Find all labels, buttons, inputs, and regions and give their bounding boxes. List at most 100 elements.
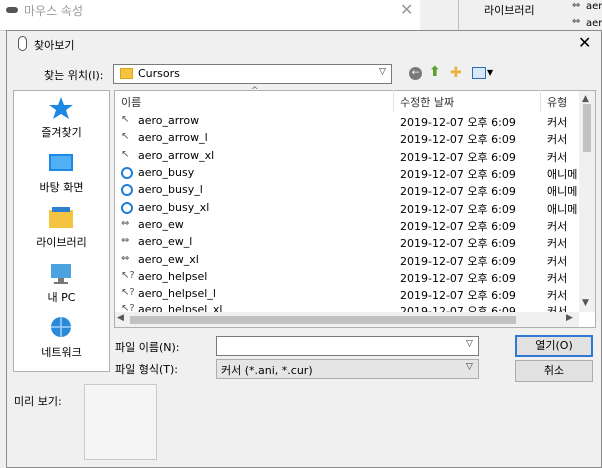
star-icon[interactable]: [48, 96, 74, 120]
place-library[interactable]: 라이브러리: [13, 234, 110, 250]
file-date: 2019-12-07 오후 6:09: [400, 133, 516, 146]
arrow-cursor-icon: ↖: [121, 149, 130, 160]
busy-ring-icon: [121, 166, 133, 179]
file-date: 2019-12-07 오후 6:09: [400, 203, 516, 216]
file-row[interactable]: ⇔ aero_ew_xl 2019-12-07 오후 6:09 커서: [115, 252, 580, 269]
ew-resize-icon: ⇔: [121, 218, 130, 229]
file-name: aero_busy_xl: [138, 201, 210, 214]
file-type: 커서: [547, 116, 568, 129]
file-row[interactable]: ↖? aero_helpsel_xl 2019-12-07 오후 6:09 커서: [115, 302, 580, 312]
file-type: 커서: [547, 220, 568, 233]
file-type: 커서: [547, 305, 568, 312]
file-row[interactable]: ↖ aero_arrow 2019-12-07 오후 6:09 커서: [115, 113, 580, 130]
file-name: aero_ew_xl: [138, 253, 199, 266]
file-name: aero_busy_l: [138, 183, 203, 196]
file-row[interactable]: aero_busy_l 2019-12-07 오후 6:09 애니메: [115, 182, 580, 199]
help-cursor-icon: ↖?: [121, 303, 135, 312]
column-header-name[interactable]: 이름: [121, 94, 141, 110]
vertical-scroll-thumb[interactable]: [583, 104, 591, 152]
ew-resize-icon: ⇔: [121, 235, 130, 246]
new-folder-button[interactable]: ✚: [450, 65, 462, 81]
horizontal-scroll-thumb[interactable]: [130, 316, 516, 324]
arrow-cursor-icon: ↖: [121, 114, 130, 125]
file-date: 2019-12-07 오후 6:09: [400, 185, 516, 198]
filetype-value: 커서 (*.ani, *.cur): [221, 364, 313, 377]
back-button[interactable]: ←: [409, 67, 422, 80]
file-name: aero_arrow: [138, 114, 200, 127]
file-name: aero_busy: [138, 166, 195, 179]
folder-icon: [120, 68, 133, 79]
file-name: aero_helpsel_xl: [138, 303, 223, 312]
up-folder-button[interactable]: ⬆: [429, 64, 441, 80]
file-date: 2019-12-07 오후 6:09: [400, 255, 516, 268]
file-date: 2019-12-07 오후 6:09: [400, 237, 516, 250]
chevron-down-icon[interactable]: ▽: [466, 339, 473, 349]
file-type: 커서: [547, 272, 568, 285]
file-type: 커서: [547, 237, 568, 250]
file-name: aero_ew: [138, 218, 184, 231]
column-header-type[interactable]: 유형: [547, 94, 567, 110]
close-icon[interactable]: ✕: [400, 0, 413, 19]
file-row[interactable]: ↖ aero_arrow_xl 2019-12-07 오후 6:09 커서: [115, 148, 580, 165]
place-favorites[interactable]: 즐겨찾기: [13, 124, 110, 140]
file-date: 2019-12-07 오후 6:09: [400, 168, 516, 181]
arrow-cursor-icon: ↖: [121, 131, 130, 142]
column-header-date[interactable]: 수정한 날짜: [400, 94, 454, 110]
scroll-up-icon[interactable]: ▲: [582, 94, 589, 104]
file-row[interactable]: ↖? aero_helpsel_l 2019-12-07 오후 6:09 커서: [115, 286, 580, 303]
file-name: aero_helpsel_l: [138, 287, 216, 300]
busy-ring-icon: [121, 201, 133, 214]
background-item: aer: [586, 18, 602, 29]
scroll-down-icon[interactable]: ▼: [582, 298, 589, 308]
mouse-icon: [6, 7, 18, 13]
place-desktop[interactable]: 바탕 화면: [13, 179, 110, 195]
file-row[interactable]: aero_busy 2019-12-07 오후 6:09 애니메: [115, 165, 580, 182]
preview-label: 미리 보기:: [14, 395, 62, 408]
pc-icon[interactable]: [48, 262, 74, 286]
chevron-down-icon[interactable]: ▼: [487, 68, 493, 77]
place-this-pc[interactable]: 내 PC: [13, 289, 110, 305]
place-network[interactable]: 네트워크: [13, 344, 110, 360]
help-cursor-icon: ↖?: [121, 270, 135, 281]
file-date: 2019-12-07 오후 6:09: [400, 151, 516, 164]
file-name: aero_arrow_xl: [138, 149, 215, 162]
file-type: 커서: [547, 133, 568, 146]
ew-resize-icon: ⇔: [572, 0, 581, 11]
sort-ascending-icon: ^: [251, 86, 259, 96]
library-icon[interactable]: [48, 206, 74, 230]
file-row[interactable]: ↖? aero_helpsel 2019-12-07 오후 6:09 커서: [115, 269, 580, 286]
file-type: 애니메: [547, 185, 578, 198]
network-icon[interactable]: [48, 316, 74, 340]
help-cursor-icon: ↖?: [121, 287, 135, 298]
mouse-icon: [18, 36, 27, 51]
file-type: 커서: [547, 255, 568, 268]
desktop-icon[interactable]: [48, 152, 74, 176]
file-row[interactable]: ⇔ aero_ew 2019-12-07 오후 6:09 커서: [115, 217, 580, 234]
lookin-value: Cursors: [138, 67, 180, 80]
scroll-left-icon[interactable]: ◀: [117, 313, 124, 323]
file-type: 커서: [547, 151, 568, 164]
file-name: aero_ew_l: [138, 235, 193, 248]
cancel-button[interactable]: 취소: [515, 360, 593, 382]
ew-resize-icon: ⇔: [572, 16, 581, 27]
chevron-down-icon[interactable]: ▽: [466, 362, 473, 372]
background-window-title: 마우스 속성: [24, 4, 84, 18]
chevron-down-icon[interactable]: ▽: [379, 67, 386, 77]
file-row[interactable]: aero_busy_xl 2019-12-07 오후 6:09 애니메: [115, 200, 580, 217]
file-name: aero_arrow_l: [138, 131, 208, 144]
view-menu-button[interactable]: [472, 67, 486, 79]
filetype-label: 파일 형식(T):: [115, 363, 178, 376]
file-date: 2019-12-07 오후 6:09: [400, 220, 516, 233]
file-type: 커서: [547, 289, 568, 302]
open-button[interactable]: 열기(O): [515, 335, 593, 357]
filename-input[interactable]: [216, 336, 479, 356]
preview-box: [84, 384, 157, 460]
scroll-right-icon[interactable]: ▶: [566, 313, 573, 323]
close-button[interactable]: ✕: [578, 33, 591, 52]
lookin-label: 찾는 위치(I):: [44, 69, 104, 82]
file-name: aero_helpsel: [138, 270, 208, 283]
file-row[interactable]: ↖ aero_arrow_l 2019-12-07 오후 6:09 커서: [115, 130, 580, 147]
file-row[interactable]: ⇔ aero_ew_l 2019-12-07 오후 6:09 커서: [115, 234, 580, 251]
column-separator: [393, 90, 394, 112]
column-separator: [540, 90, 541, 112]
